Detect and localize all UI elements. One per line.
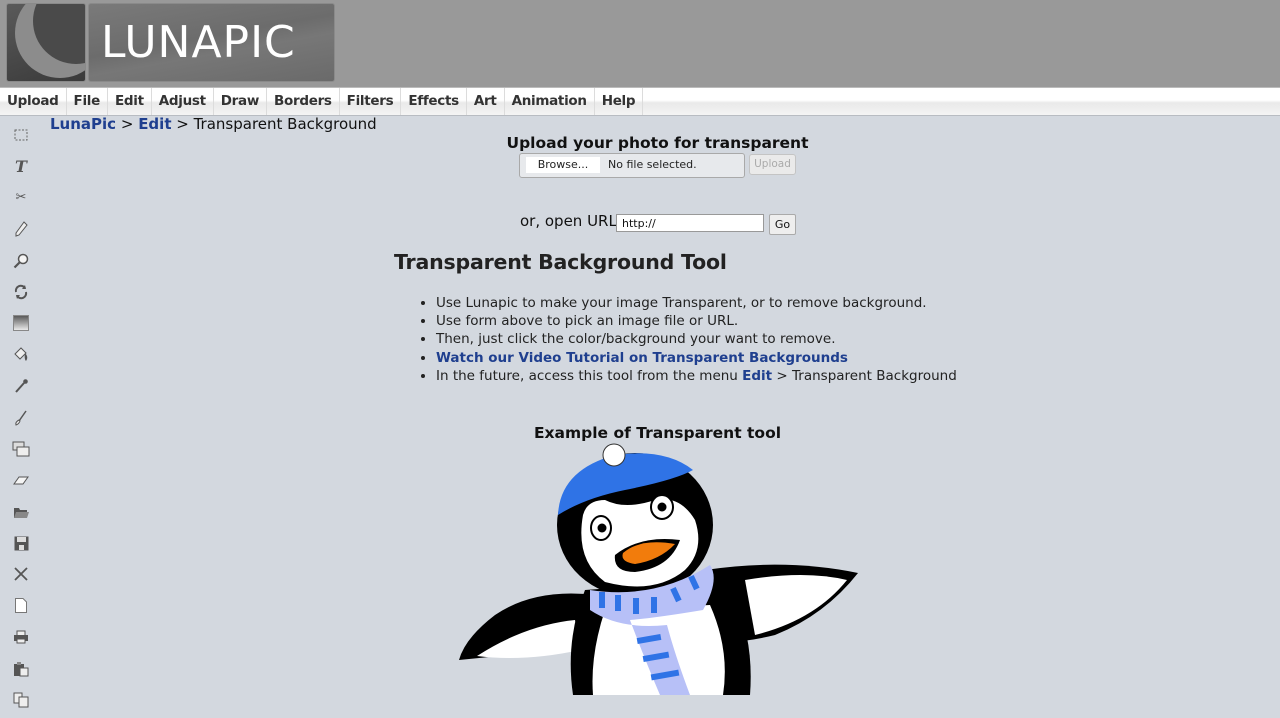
instructions-list: Use Lunapic to make your image Transpare… <box>420 294 957 385</box>
save-disk-icon[interactable] <box>8 530 34 556</box>
menu-filters[interactable]: Filters <box>340 88 402 115</box>
tool-sidebar: T ✂ <box>8 122 36 718</box>
logo-wordmark-box: LUNAPIC <box>88 3 335 82</box>
new-document-icon[interactable] <box>8 593 34 619</box>
breadcrumb-current: Transparent Background <box>193 115 377 133</box>
list-item-text: > Transparent Background <box>772 367 957 384</box>
browse-button[interactable]: Browse... <box>526 157 600 173</box>
open-url-label: or, open URL <box>520 212 617 230</box>
menu-animation[interactable]: Animation <box>505 88 595 115</box>
go-button[interactable]: Go <box>769 214 796 235</box>
menu-borders[interactable]: Borders <box>267 88 340 115</box>
site-header: LUNAPIC <box>0 0 1280 87</box>
open-folder-icon[interactable] <box>8 499 34 525</box>
text-tool-icon[interactable]: T <box>8 153 34 179</box>
paint-bucket-icon[interactable] <box>8 342 34 368</box>
lunapic-logo[interactable]: LUNAPIC <box>6 3 335 82</box>
breadcrumb: LunaPic > Edit > Transparent Background <box>50 115 377 133</box>
breadcrumb-separator: > <box>116 115 139 133</box>
list-item: In the future, access this tool from the… <box>436 367 957 385</box>
tool-heading: Transparent Background Tool <box>394 250 727 274</box>
menu-adjust[interactable]: Adjust <box>152 88 214 115</box>
url-input[interactable]: http:// <box>616 214 764 232</box>
print-icon[interactable] <box>8 624 34 650</box>
menu-draw[interactable]: Draw <box>214 88 268 115</box>
pencil-icon[interactable] <box>8 216 34 242</box>
list-item: Watch our Video Tutorial on Transparent … <box>436 349 957 367</box>
penguin-hat-pompom <box>602 443 626 467</box>
breadcrumb-edit-link[interactable]: Edit <box>138 115 171 133</box>
logo-text: LUNAPIC <box>101 17 296 68</box>
upload-button[interactable]: Upload <box>749 154 796 175</box>
video-tutorial-link[interactable]: Watch our Video Tutorial on Transparent … <box>436 350 848 366</box>
list-item: Use Lunapic to make your image Transpare… <box>436 294 957 312</box>
menu-file[interactable]: File <box>67 88 108 115</box>
menu-help[interactable]: Help <box>595 88 644 115</box>
edit-menu-link[interactable]: Edit <box>742 368 772 384</box>
rotate-icon[interactable] <box>8 279 34 305</box>
copy-icon[interactable] <box>8 687 34 713</box>
gradient-icon[interactable] <box>8 310 34 336</box>
paste-icon[interactable] <box>8 656 34 682</box>
list-item: Then, just click the color/background yo… <box>436 330 957 348</box>
breadcrumb-separator: > <box>171 115 194 133</box>
file-status-text: No file selected. <box>608 158 697 171</box>
list-item-text: In the future, access this tool from the… <box>436 367 743 384</box>
menu-effects[interactable]: Effects <box>401 88 467 115</box>
menu-art[interactable]: Art <box>467 88 505 115</box>
penguin-example-image <box>459 443 858 695</box>
scissors-icon[interactable]: ✂ <box>8 185 34 211</box>
upload-title: Upload your photo for transparent <box>506 134 809 152</box>
eyedropper-icon[interactable] <box>8 373 34 399</box>
menu-edit[interactable]: Edit <box>108 88 152 115</box>
list-item: Use form above to pick an image file or … <box>436 312 957 330</box>
main-menu-bar: Upload File Edit Adjust Draw Borders Fil… <box>0 87 1280 116</box>
moon-logo-icon <box>6 3 86 82</box>
breadcrumb-home-link[interactable]: LunaPic <box>50 115 116 133</box>
close-x-icon[interactable] <box>8 561 34 587</box>
magnifier-icon[interactable] <box>8 248 34 274</box>
eraser-icon[interactable] <box>8 467 34 493</box>
menu-upload[interactable]: Upload <box>0 88 67 115</box>
file-input[interactable]: Browse... No file selected. <box>519 153 745 178</box>
